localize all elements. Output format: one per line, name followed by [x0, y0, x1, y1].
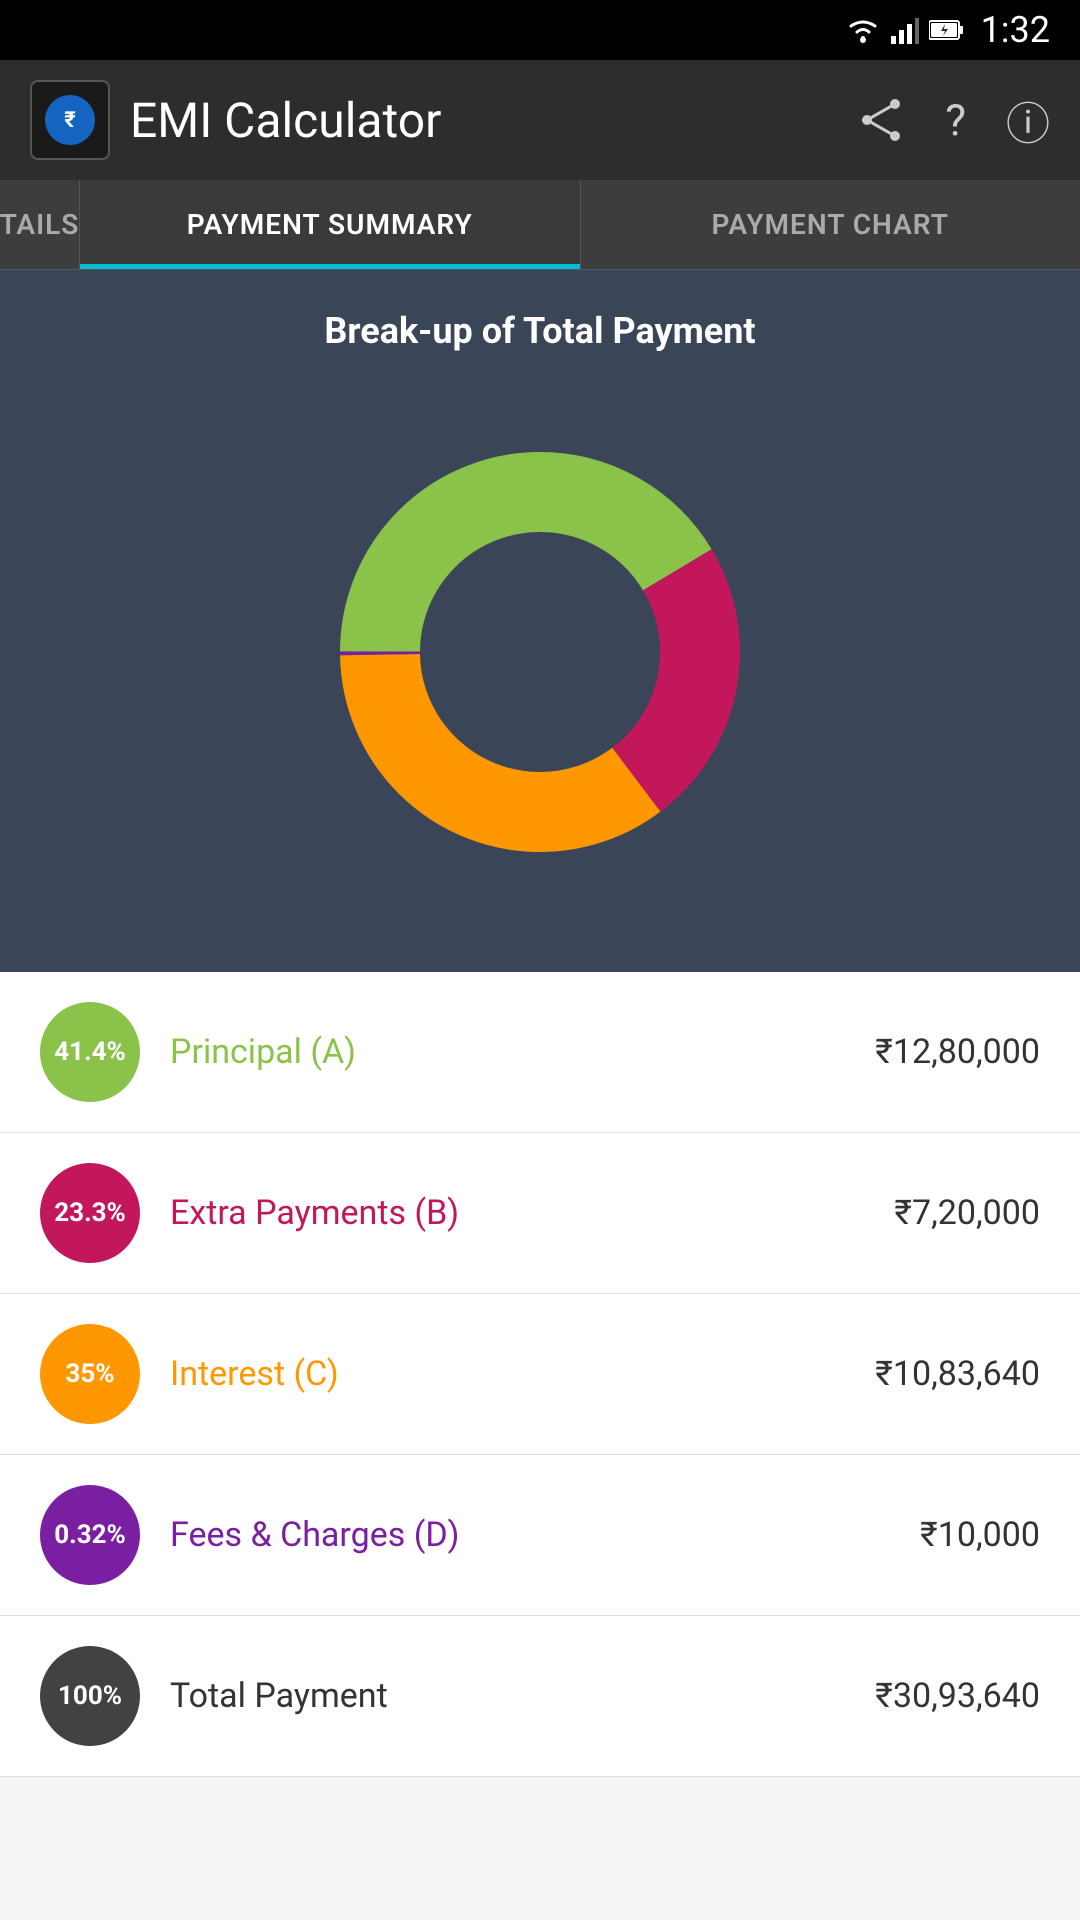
- value-extra: ₹7,20,000: [894, 1193, 1040, 1233]
- signal-icon: [891, 16, 919, 44]
- help-icon[interactable]: ?: [945, 94, 966, 146]
- status-icons: [845, 16, 965, 44]
- legend-item-interest: 35% Interest (C) ₹10,83,640: [0, 1294, 1080, 1455]
- badge-extra: 23.3%: [40, 1163, 140, 1263]
- legend-item-total: 100% Total Payment ₹30,93,640: [0, 1616, 1080, 1777]
- app-title: EMI Calculator: [130, 92, 837, 149]
- time-display: 1:32: [981, 9, 1050, 51]
- badge-principal: 41.4%: [40, 1002, 140, 1102]
- label-extra: Extra Payments (B): [170, 1193, 864, 1233]
- label-principal: Principal (A): [170, 1032, 845, 1072]
- badge-total: 100%: [40, 1646, 140, 1746]
- donut-chart-container: [0, 382, 1080, 942]
- share-icon[interactable]: [857, 96, 905, 144]
- main-content: Break-up of Total Payment: [0, 270, 1080, 1777]
- legend-item-extra: 23.3% Extra Payments (B) ₹7,20,000: [0, 1133, 1080, 1294]
- value-fees: ₹10,000: [920, 1515, 1040, 1555]
- legend-item-principal: 41.4% Principal (A) ₹12,80,000: [0, 972, 1080, 1133]
- wifi-icon: [845, 16, 881, 44]
- chart-title: Break-up of Total Payment: [0, 290, 1080, 382]
- badge-extra-percent: 23.3%: [54, 1198, 126, 1228]
- app-bar: ₹ EMI Calculator ? ⓘ: [0, 60, 1080, 180]
- app-logo-inner: ₹: [45, 95, 95, 145]
- label-total: Total Payment: [170, 1676, 845, 1716]
- legend-section: 41.4% Principal (A) ₹12,80,000 23.3% Ext…: [0, 972, 1080, 1777]
- donut-hole: [425, 537, 655, 767]
- chart-section: Break-up of Total Payment: [0, 270, 1080, 972]
- value-total: ₹30,93,640: [875, 1676, 1040, 1716]
- tab-payment-summary[interactable]: PAYMENT SUMMARY: [80, 180, 581, 269]
- battery-icon: [929, 18, 965, 42]
- tab-details[interactable]: TAILS: [0, 180, 80, 269]
- badge-fees: 0.32%: [40, 1485, 140, 1585]
- tab-payment-chart[interactable]: PAYMENT CHART: [581, 180, 1080, 269]
- badge-total-percent: 100%: [58, 1681, 122, 1711]
- donut-chart: [290, 402, 790, 902]
- logo-symbol: ₹: [64, 108, 76, 133]
- info-icon[interactable]: ⓘ: [1006, 88, 1050, 152]
- label-fees: Fees & Charges (D): [170, 1515, 890, 1555]
- legend-item-fees: 0.32% Fees & Charges (D) ₹10,000: [0, 1455, 1080, 1616]
- badge-interest: 35%: [40, 1324, 140, 1424]
- app-bar-actions: ? ⓘ: [857, 88, 1050, 152]
- status-bar: 1:32: [0, 0, 1080, 60]
- value-principal: ₹12,80,000: [875, 1032, 1040, 1072]
- label-interest: Interest (C): [170, 1354, 845, 1394]
- value-interest: ₹10,83,640: [875, 1354, 1040, 1394]
- badge-fees-percent: 0.32%: [54, 1520, 126, 1550]
- badge-principal-percent: 41.4%: [54, 1037, 126, 1067]
- tab-bar: TAILS PAYMENT SUMMARY PAYMENT CHART: [0, 180, 1080, 270]
- app-logo: ₹: [30, 80, 110, 160]
- badge-interest-percent: 35%: [65, 1359, 114, 1389]
